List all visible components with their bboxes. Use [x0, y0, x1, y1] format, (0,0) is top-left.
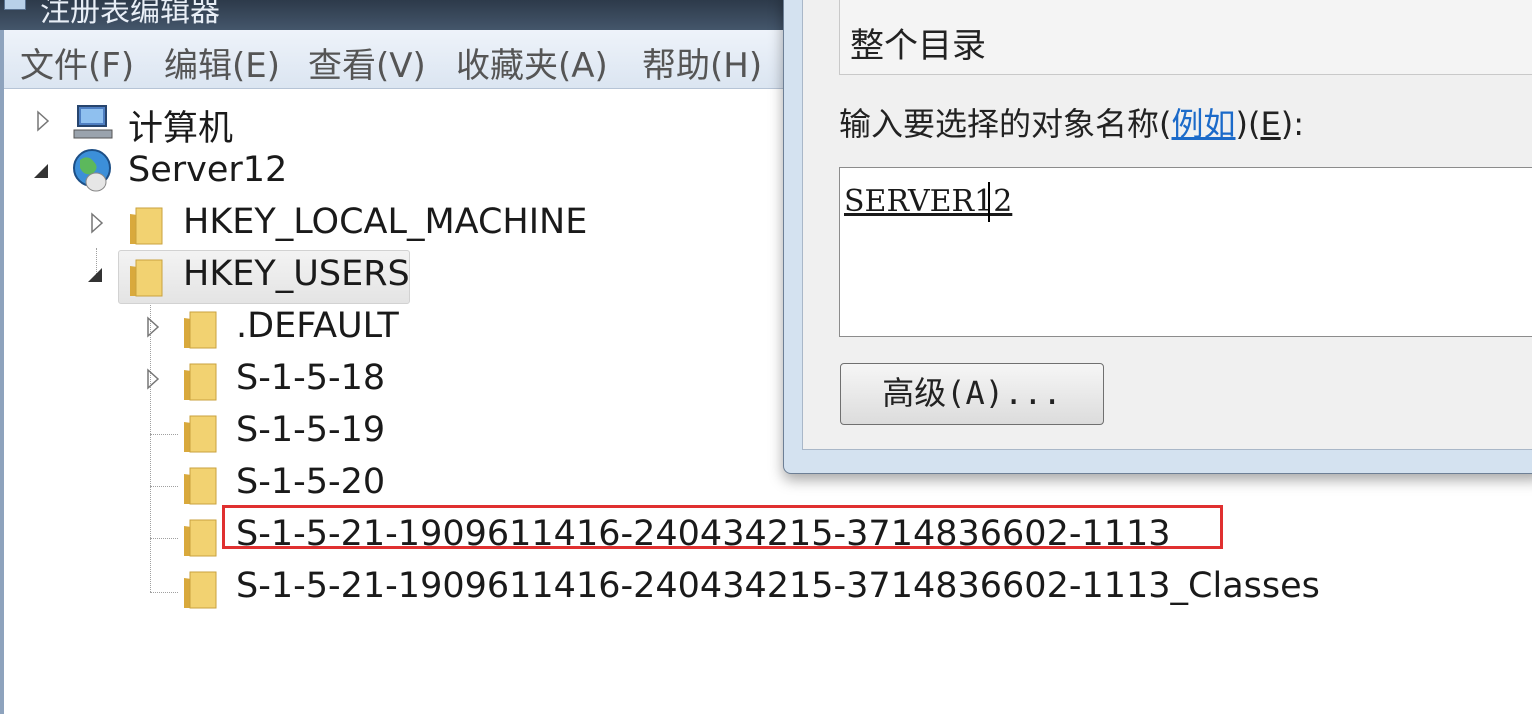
collapse-arrow-icon[interactable]: [86, 264, 102, 286]
tree-label: .DEFAULT: [236, 306, 399, 346]
object-names-input[interactable]: SERVER12: [839, 167, 1532, 337]
menu-edit[interactable]: 编辑(E): [164, 38, 280, 87]
tree-node-s-1-5-20[interactable]: S-1-5-20: [0, 460, 420, 508]
regedit-app-icon: [4, 0, 26, 10]
object-names-prompt: 输入要选择的对象名称(例如)(E):: [839, 99, 1304, 145]
window-title: 注册表编辑器: [40, 0, 220, 29]
folder-icon: [126, 204, 166, 246]
network-globe-icon: [70, 148, 116, 194]
tree-node-server12[interactable]: Server12: [0, 148, 400, 196]
folder-icon: [180, 360, 220, 402]
collapse-arrow-icon[interactable]: [32, 160, 48, 182]
prompt-text: ):: [1280, 105, 1304, 143]
menu-view[interactable]: 查看(V): [308, 38, 426, 87]
tree-node-s-1-5-18[interactable]: S-1-5-18: [0, 356, 420, 404]
folder-icon: [180, 464, 220, 506]
advanced-button[interactable]: 高级(A)...: [840, 363, 1104, 425]
tree-label: HKEY_USERS: [183, 254, 410, 294]
text-caret: [988, 182, 990, 222]
tree-label: S-1-5-20: [236, 462, 386, 502]
folder-icon: [126, 256, 166, 298]
tree-node-computer[interactable]: 计算机: [0, 98, 400, 149]
examples-link[interactable]: 例如: [1172, 105, 1236, 143]
menu-help[interactable]: 帮助(H): [642, 38, 762, 87]
expand-arrow-icon[interactable]: [146, 368, 160, 390]
prompt-accelerator: E: [1260, 105, 1281, 143]
tree-label: S-1-5-21-1909611416-240434215-3714836602…: [236, 566, 1320, 606]
menu-favorites[interactable]: 收藏夹(A): [456, 38, 608, 87]
annotation-highlight-box: [222, 505, 1223, 549]
tree-node-default[interactable]: .DEFAULT: [0, 304, 420, 352]
expand-arrow-icon[interactable]: [146, 316, 160, 338]
folder-icon: [180, 568, 220, 610]
tree-node-s-1-5-19[interactable]: S-1-5-19: [0, 408, 420, 456]
dialog-client-area: 整个目录 输入要选择的对象名称(例如)(E): SERVER12 高级(A)..…: [802, 0, 1532, 450]
folder-icon: [180, 308, 220, 350]
tree-label: Server12: [128, 150, 288, 190]
select-object-dialog: 整个目录 输入要选择的对象名称(例如)(E): SERVER12 高级(A)..…: [783, 0, 1532, 474]
folder-icon: [180, 412, 220, 454]
prompt-text: 输入要选择的对象名称(: [839, 105, 1172, 143]
tree-node-user-sid-classes[interactable]: S-1-5-21-1909611416-240434215-3714836602…: [0, 564, 1330, 612]
tree-label: S-1-5-18: [236, 358, 386, 398]
prompt-text: )(: [1235, 105, 1261, 143]
folder-icon: [180, 516, 220, 558]
location-value: 整个目录: [850, 26, 986, 66]
expand-arrow-icon[interactable]: [36, 110, 50, 132]
menu-file[interactable]: 文件(F): [20, 38, 134, 87]
tree-label: S-1-5-19: [236, 410, 386, 450]
tree-label: HKEY_LOCAL_MACHINE: [183, 202, 588, 242]
tree-label: 计算机: [128, 109, 234, 149]
tree-node-hklm[interactable]: HKEY_LOCAL_MACHINE: [0, 200, 620, 248]
tree-node-hku[interactable]: HKEY_USERS: [0, 252, 420, 300]
expand-arrow-icon[interactable]: [90, 212, 104, 234]
computer-icon: [72, 102, 113, 144]
location-field: 整个目录: [839, 0, 1532, 75]
